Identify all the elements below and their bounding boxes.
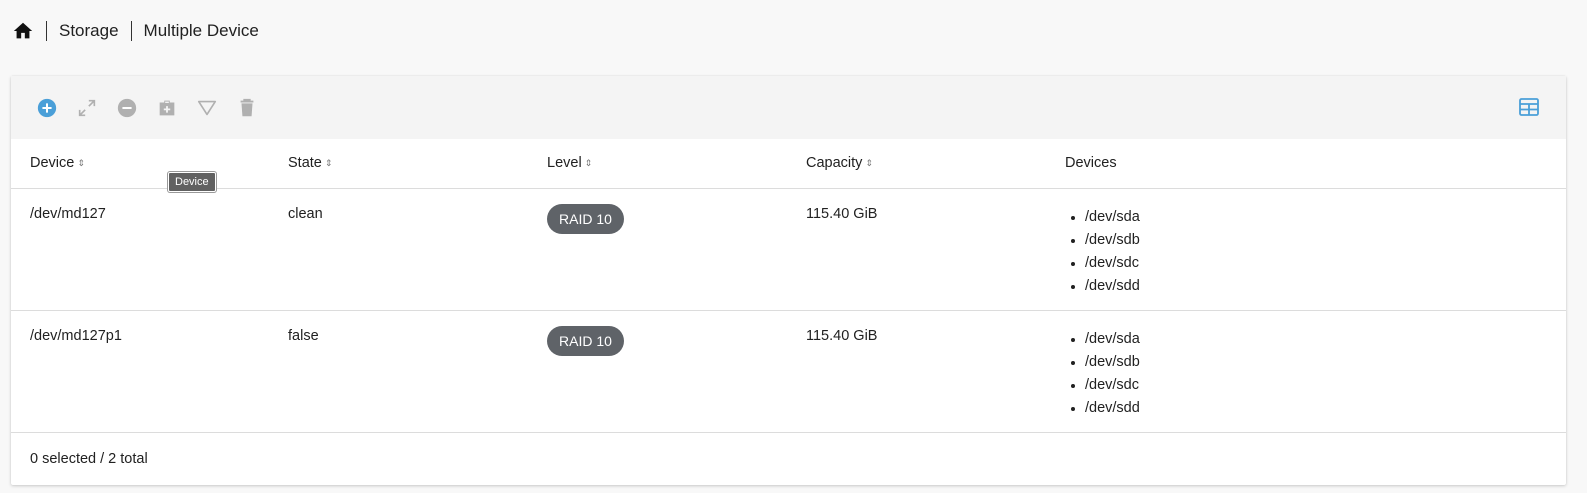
list-item: /dev/sdc: [1085, 374, 1566, 397]
cell-level: RAID 10: [528, 310, 787, 433]
list-item: /dev/sda: [1085, 328, 1566, 351]
cell-devices: /dev/sda /dev/sdb /dev/sdc /dev/sdd: [1046, 310, 1566, 433]
cell-device: /dev/md127p1: [11, 310, 269, 433]
raid-level-badge: RAID 10: [547, 325, 624, 356]
list-item: /dev/sdd: [1085, 397, 1566, 420]
cell-capacity: 115.40 GiB: [787, 188, 1046, 311]
device-table: Device ⇕ State ⇕ Level ⇕ Capacity ⇕ Devices …: [11, 139, 1566, 433]
raid-level-badge: RAID 10: [547, 203, 624, 234]
add-circle-icon[interactable]: [35, 96, 59, 120]
breadcrumb: Storage Multiple Device: [12, 18, 259, 44]
breadcrumb-multiple-device: Multiple Device: [143, 21, 259, 40]
home-icon[interactable]: [12, 20, 34, 42]
remove-circle-icon[interactable]: [115, 96, 139, 120]
list-item: /dev/sdd: [1085, 275, 1566, 298]
cell-capacity: 115.40 GiB: [787, 310, 1046, 433]
list-item: /dev/sdb: [1085, 351, 1566, 374]
toolbar: [11, 76, 1566, 139]
selection-summary: 0 selected / 2 total: [30, 450, 148, 467]
sort-icon: ⇕: [865, 157, 873, 168]
expand-icon[interactable]: [75, 96, 99, 120]
table-view-icon[interactable]: [1518, 96, 1540, 118]
list-item: /dev/sdc: [1085, 252, 1566, 275]
cell-state: false: [269, 310, 528, 433]
cell-devices: /dev/sda /dev/sdb /dev/sdc /dev/sdd: [1046, 188, 1566, 311]
column-header-device[interactable]: Device ⇕: [11, 139, 269, 189]
column-header-capacity[interactable]: Capacity ⇕: [787, 139, 1046, 189]
cell-level: RAID 10: [528, 188, 787, 311]
briefcase-plus-icon[interactable]: [155, 96, 179, 120]
sort-icon: ⇕: [584, 157, 593, 168]
table-row[interactable]: /dev/md127p1 false RAID 10 115.40 GiB /d…: [11, 310, 1566, 433]
table-footer: 0 selected / 2 total: [11, 433, 1566, 485]
table-header-row: Device ⇕ State ⇕ Level ⇕ Capacity ⇕ Devices: [11, 139, 1566, 189]
tooltip: Device: [168, 172, 216, 192]
breadcrumb-storage[interactable]: Storage: [59, 21, 119, 41]
column-header-devices: Devices: [1046, 139, 1566, 189]
cell-device: /dev/md127: [11, 188, 269, 311]
sort-icon: ⇕: [324, 157, 333, 168]
list-item: /dev/sdb: [1085, 229, 1566, 252]
delete-icon[interactable]: [235, 96, 259, 120]
breadcrumb-separator: [46, 21, 47, 41]
list-item: /dev/sda: [1085, 206, 1566, 229]
datatable-panel: Device ⇕ State ⇕ Level ⇕ Capacity ⇕ Devices …: [11, 76, 1566, 485]
cell-state: clean: [269, 188, 528, 311]
device-list: /dev/sda /dev/sdb /dev/sdc /dev/sdd: [1065, 328, 1566, 420]
filter-icon[interactable]: [195, 96, 219, 120]
column-header-level[interactable]: Level ⇕: [528, 139, 787, 189]
column-header-state[interactable]: State ⇕: [269, 139, 528, 189]
breadcrumb-separator: [130, 21, 132, 41]
sort-icon: ⇕: [77, 157, 85, 168]
table-row[interactable]: /dev/md127 clean RAID 10 115.40 GiB /dev…: [11, 188, 1566, 311]
device-list: /dev/sda /dev/sdb /dev/sdc /dev/sdd: [1065, 206, 1566, 298]
